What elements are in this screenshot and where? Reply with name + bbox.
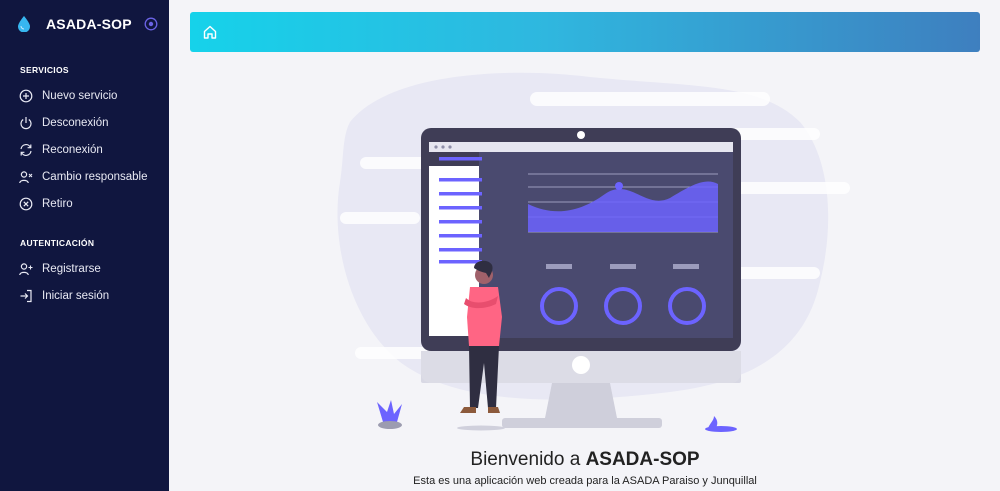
water-drop-icon	[18, 15, 32, 33]
sidebar-item-retiro[interactable]: Retiro	[18, 195, 168, 213]
section-title-servicios: SERVICIOS	[20, 65, 69, 75]
sidebar-item-desconexion[interactable]: Desconexión	[18, 114, 168, 132]
sidebar-item-registrarse[interactable]: Registrarse	[18, 260, 168, 278]
plus-circle-icon	[18, 89, 33, 104]
sidebar-toggle-icon[interactable]	[144, 17, 158, 31]
sidebar-item-reconexion[interactable]: Reconexión	[18, 141, 168, 159]
sidebar-item-label: Registrarse	[42, 263, 101, 275]
top-header-bar	[190, 12, 980, 52]
home-icon[interactable]	[202, 24, 218, 40]
sidebar-item-label: Desconexión	[42, 117, 109, 129]
sidebar-item-label: Reconexión	[42, 144, 103, 156]
welcome-subtitle: Esta es una aplicación web creada para l…	[413, 475, 757, 487]
user-x-icon	[18, 170, 33, 185]
app-title: ASADA-SOP	[46, 16, 132, 32]
sidebar-item-label: Nuevo servicio	[42, 90, 118, 102]
x-circle-icon	[18, 197, 33, 212]
log-in-icon	[18, 289, 33, 304]
welcome-illustration	[337, 72, 850, 432]
sidebar-item-label: Retiro	[42, 198, 73, 210]
welcome-prefix: Bienvenido a	[470, 449, 586, 470]
sidebar-item-label: Cambio responsable	[42, 171, 148, 183]
user-plus-icon	[18, 262, 33, 277]
sidebar-item-cambio-responsable[interactable]: Cambio responsable	[18, 168, 168, 186]
welcome-heading: Bienvenido a ASADA-SOP	[300, 449, 870, 471]
power-icon	[18, 116, 33, 131]
brand[interactable]: ASADA-SOP	[18, 14, 158, 34]
welcome-brand: ASADA-SOP	[585, 449, 700, 470]
sidebar-item-iniciar-sesion[interactable]: Iniciar sesión	[18, 287, 168, 305]
sidebar-item-label: Iniciar sesión	[42, 290, 110, 302]
refresh-icon	[18, 143, 33, 158]
sidebar-item-nuevo-servicio[interactable]: Nuevo servicio	[18, 87, 168, 105]
section-title-autenticacion: AUTENTICACIÓN	[20, 238, 95, 248]
sidebar: ASADA-SOP SERVICIOS Nuevo servicio Desco…	[0, 0, 169, 491]
